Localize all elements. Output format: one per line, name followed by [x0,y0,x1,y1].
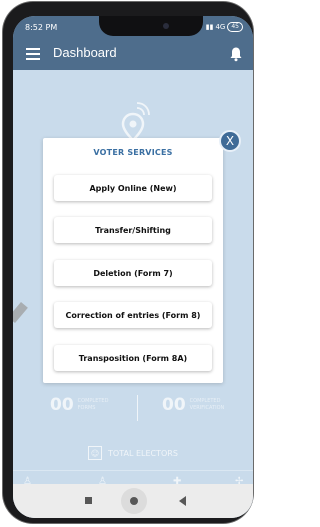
recents-square-icon[interactable] [85,497,92,504]
signal-icon: ▮▮ [205,23,214,31]
battery-level: 45 [231,23,239,30]
back-triangle-icon[interactable] [179,496,186,506]
app-header: Dashboard [13,38,253,70]
voter-services-modal: VOTER SERVICES Apply Online (New) Transf… [43,138,223,383]
screen: 8:52 PM ▮▮ 4G 45 Dashboard 00 COMPLETED … [13,16,253,518]
hamburger-menu-icon[interactable] [26,48,40,60]
transfer-shifting-button[interactable]: Transfer/Shifting [54,217,212,243]
page-title: Dashboard [53,45,117,60]
transposition-form8a-button[interactable]: Transposition (Form 8A) [54,345,212,371]
close-button[interactable]: X [219,130,241,152]
bell-icon[interactable] [229,46,243,62]
camera-notch [99,16,203,36]
camera-icon [163,23,169,29]
status-time: 8:52 PM [25,23,58,32]
close-icon: X [225,134,235,148]
battery-icon: 45 [227,22,243,32]
apply-online-button[interactable]: Apply Online (New) [54,175,212,201]
android-nav-bar [13,484,253,518]
deletion-form7-button[interactable]: Deletion (Form 7) [54,260,212,286]
correction-form8-button[interactable]: Correction of entries (Form 8) [54,302,212,328]
status-icons: ▮▮ 4G 45 [206,22,243,32]
home-dot-icon [130,497,138,505]
phone-frame: 8:52 PM ▮▮ 4G 45 Dashboard 00 COMPLETED … [3,2,253,523]
network-label: 4G [215,23,226,31]
modal-title: VOTER SERVICES [93,148,173,157]
